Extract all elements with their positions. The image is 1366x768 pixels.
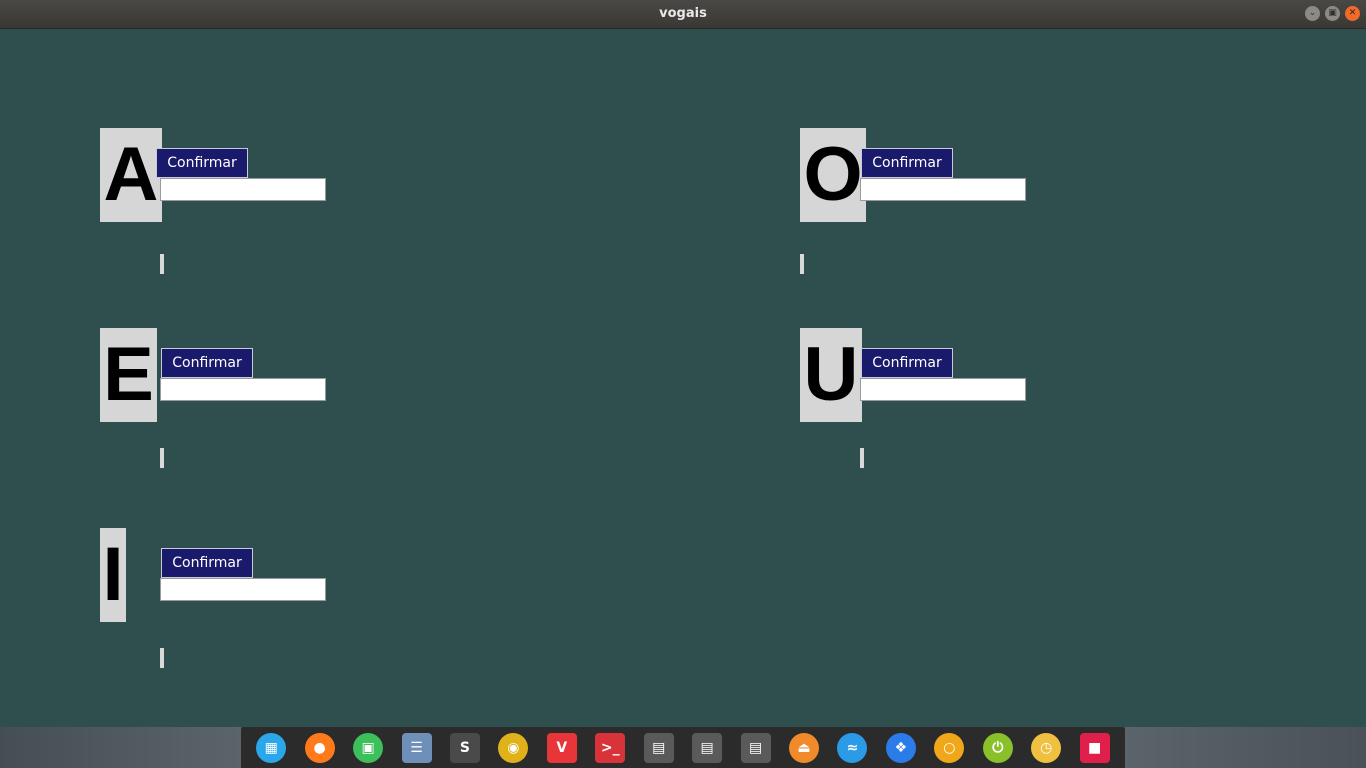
vowel-letter-a: A bbox=[100, 128, 162, 222]
trash-folder-icon[interactable]: ■ bbox=[1079, 732, 1110, 763]
entry-field-u[interactable] bbox=[860, 378, 1026, 401]
confirm-button-i[interactable]: Confirmar bbox=[161, 548, 253, 578]
vowel-letter-e: E bbox=[100, 328, 157, 422]
entry-field-o[interactable] bbox=[860, 178, 1026, 201]
terminal-icon[interactable]: >_ bbox=[595, 732, 626, 763]
confirm-button-e[interactable]: Confirmar bbox=[161, 348, 253, 378]
firefox-icon[interactable]: ● bbox=[304, 732, 335, 763]
document-icon[interactable]: ▤ bbox=[692, 732, 723, 763]
result-label-o bbox=[800, 254, 804, 274]
chrome-icon[interactable]: ◉ bbox=[498, 732, 529, 763]
window-title: vogais bbox=[659, 6, 707, 21]
entry-field-e[interactable] bbox=[160, 378, 326, 401]
close-button[interactable]: ✕ bbox=[1345, 6, 1360, 21]
document-icon[interactable]: ▤ bbox=[740, 732, 771, 763]
dropbox-icon[interactable]: ❖ bbox=[885, 732, 916, 763]
launcher-icon[interactable]: ▦ bbox=[256, 732, 287, 763]
result-label-a bbox=[160, 254, 164, 274]
close-icon: ✕ bbox=[1348, 8, 1357, 18]
result-label-u bbox=[860, 448, 864, 468]
confirm-button-o[interactable]: Confirmar bbox=[861, 148, 953, 178]
taskbar-dock: ▦ ● ▣ ☰ S ◉ V >_ ▤ ▤ ▤ ⏏ ≈ ❖ ○ ⏻ ◷ ■ bbox=[241, 727, 1125, 768]
desktop-wallpaper-left bbox=[0, 727, 241, 768]
result-label-e bbox=[160, 448, 164, 468]
entry-field-i[interactable] bbox=[160, 578, 326, 601]
eject-icon[interactable]: ⏏ bbox=[789, 732, 820, 763]
vowel-letter-i: I bbox=[100, 528, 126, 622]
sublime-text-icon[interactable]: S bbox=[449, 732, 480, 763]
vowel-letter-u: U bbox=[800, 328, 862, 422]
minimize-icon: ⌄ bbox=[1308, 8, 1317, 18]
vivaldi-icon[interactable]: V bbox=[546, 732, 577, 763]
clock-icon[interactable]: ◷ bbox=[1031, 732, 1062, 763]
entry-field-a[interactable] bbox=[160, 178, 326, 201]
wifi-icon[interactable]: ≈ bbox=[837, 732, 868, 763]
confirm-button-u[interactable]: Confirmar bbox=[861, 348, 953, 378]
window-titlebar[interactable]: vogais ⌄ ▣ ✕ bbox=[0, 0, 1366, 29]
confirm-button-a[interactable]: Confirmar bbox=[156, 148, 248, 178]
vowel-letter-o: O bbox=[800, 128, 866, 222]
document-icon[interactable]: ▤ bbox=[643, 732, 674, 763]
app-store-icon[interactable]: ▣ bbox=[353, 732, 384, 763]
file-manager-icon[interactable]: ☰ bbox=[401, 732, 432, 763]
desktop-wallpaper-right bbox=[1125, 727, 1366, 768]
search-ring-icon[interactable]: ○ bbox=[934, 732, 965, 763]
power-icon[interactable]: ⏻ bbox=[982, 732, 1013, 763]
maximize-icon: ▣ bbox=[1328, 8, 1337, 18]
result-label-i bbox=[160, 648, 164, 668]
minimize-button[interactable]: ⌄ bbox=[1305, 6, 1320, 21]
maximize-button[interactable]: ▣ bbox=[1325, 6, 1340, 21]
